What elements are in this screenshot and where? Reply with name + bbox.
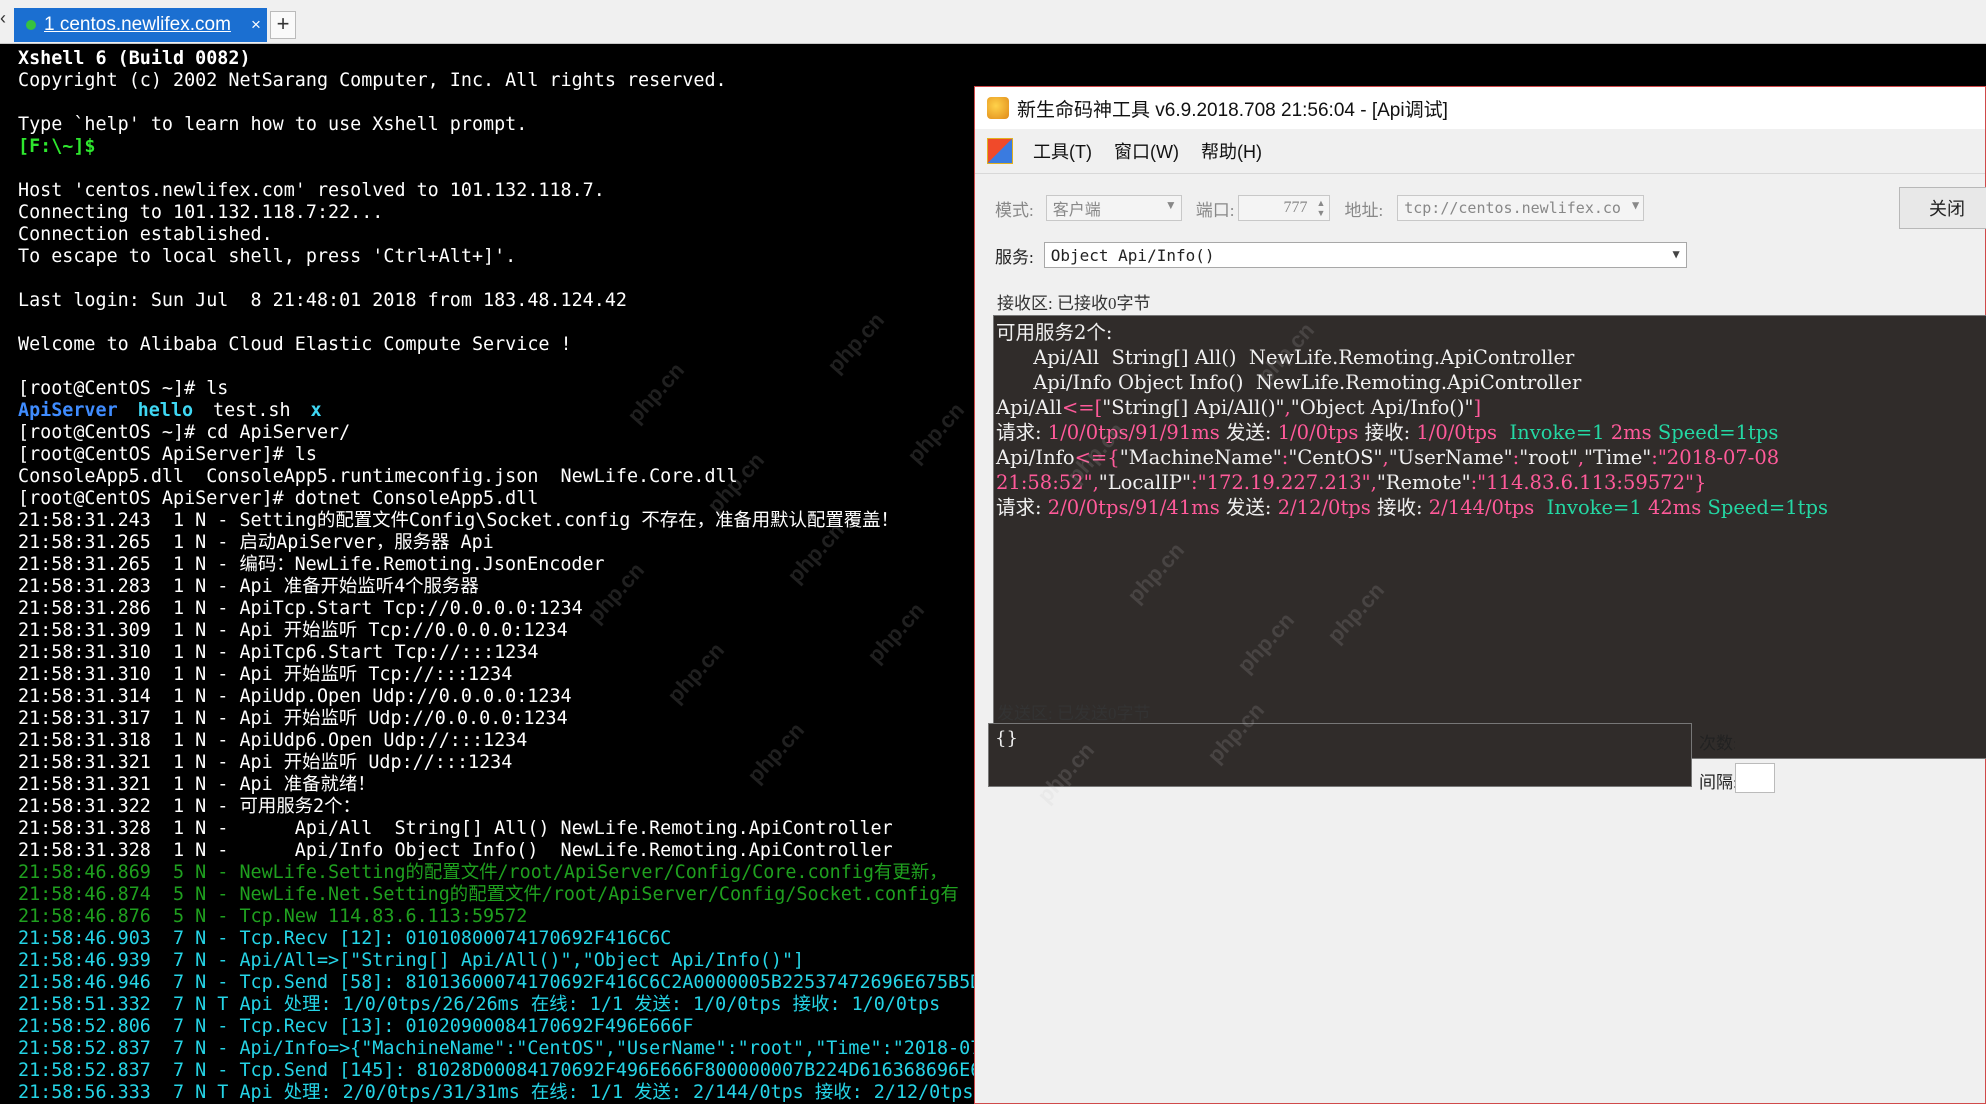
- receive-text: 发送:: [1219, 496, 1278, 519]
- receive-text: "2018-07-08: [1657, 446, 1780, 469]
- menu-bar: 工具(T) 窗口(W) 帮助(H): [975, 129, 1985, 174]
- receive-text: <=[: [1061, 396, 1103, 419]
- tab-scroll-left-icon[interactable]: ‹: [0, 8, 12, 34]
- service-label: 服务:: [995, 247, 1034, 267]
- window-title-bar[interactable]: 新生命码神工具 v6.9.2018.708 21:56:04 - [Api调试]: [975, 87, 1985, 129]
- receive-area-label: 接收区: 已接收0字节: [997, 294, 1151, 313]
- receive-area[interactable]: 可用服务2个: Api/All String[] All() NewLife.R…: [993, 315, 1986, 759]
- address-label: 地址:: [1344, 200, 1384, 220]
- app-icon: [987, 97, 1009, 119]
- receive-text: "Object Api/Info()": [1290, 396, 1474, 419]
- spin-updown-icon: ▲ ▼: [1316, 198, 1326, 218]
- receive-line: 请求: 2/0/0tps/91/41ms 发送: 2/12/0tps 接收: 2…: [996, 495, 1986, 520]
- connection-config-row: 模式: 客户端 ▼ 端口: 777 ▲ ▼ 地址: tcp://centos.newl…: [995, 193, 1645, 223]
- receive-text: 1/0/0tps/91/91ms: [1047, 421, 1220, 444]
- chevron-down-icon: ▼: [1164, 198, 1177, 212]
- receive-text: "Remote": [1376, 471, 1471, 494]
- receive-text: "UserName": [1388, 446, 1513, 469]
- receive-text: Api/All: [996, 396, 1062, 419]
- receive-text: "114.83.6.113:59572": [1477, 471, 1694, 494]
- address-select[interactable]: tcp://centos.newlifex.co ▼: [1397, 195, 1645, 221]
- interval-label: 间隔:: [1699, 773, 1738, 792]
- menu-window[interactable]: 窗口(W): [1114, 138, 1179, 164]
- receive-text: "String[] Api/All()": [1102, 396, 1285, 419]
- ls-item-directory: ApiServer: [18, 400, 118, 421]
- port-value: 777: [1283, 199, 1308, 216]
- receive-text: 1/0/0tps: [1416, 421, 1498, 444]
- receive-line: 可用服务2个:: [996, 321, 1113, 344]
- receive-text: Invoke=1: [1497, 421, 1605, 444]
- receive-line: Api/All<=["String[] Api/All()","Object A…: [996, 395, 1986, 420]
- receive-text: 1/0/0tps: [1277, 421, 1359, 444]
- receive-text: "Time": [1584, 446, 1652, 469]
- mode-value: 客户端: [1052, 202, 1101, 219]
- receive-text: "CentOS": [1288, 446, 1383, 469]
- receive-line: 请求: 1/0/0tps/91/91ms 发送: 1/0/0tps 接收: 1/…: [996, 420, 1986, 445]
- receive-text: 2ms: [1604, 421, 1652, 444]
- ls-item-executable: hello: [137, 400, 194, 421]
- receive-text: :: [1651, 446, 1658, 469]
- receive-text: Speed=1tps: [1651, 421, 1779, 444]
- connected-status-icon: [26, 20, 36, 30]
- close-button[interactable]: 关闭: [1899, 187, 1986, 229]
- mode-select[interactable]: 客户端 ▼: [1045, 195, 1182, 221]
- new-tab-button[interactable]: +: [270, 11, 296, 39]
- interval-input[interactable]: [1735, 763, 1775, 793]
- ls-item-executable: x: [310, 400, 322, 421]
- receive-line: Api/All String[] All() NewLife.Remoting.…: [996, 346, 1575, 369]
- terminal-line: Xshell 6 (Build 0082): [18, 48, 251, 69]
- chevron-down-icon: ▼: [1672, 247, 1680, 261]
- send-area-label: 发送区: 已发送0字节: [997, 704, 1151, 723]
- receive-text: }: [1693, 471, 1707, 494]
- receive-text: "root": [1519, 446, 1578, 469]
- receive-line: 21:58:52","LocalIP":"172.19.227.213","Re…: [996, 470, 1986, 495]
- mode-label: 模式:: [995, 200, 1034, 220]
- receive-text: 请求:: [996, 421, 1048, 444]
- tab-close-icon[interactable]: ×: [245, 15, 267, 35]
- port-label: 端口:: [1195, 200, 1235, 220]
- receive-line: Api/Info<={"MachineName":"CentOS","UserN…: [996, 445, 1986, 470]
- service-row: 服务: Object Api/Info() ▼: [995, 242, 1687, 268]
- receive-text: 请求:: [996, 496, 1048, 519]
- receive-text: 接收:: [1370, 496, 1429, 519]
- receive-text: :: [1191, 471, 1198, 494]
- receive-text: 2/144/0tps: [1428, 496, 1535, 519]
- receive-text: "MachineName": [1119, 446, 1282, 469]
- receive-text: 2/0/0tps/91/41ms: [1047, 496, 1220, 519]
- receive-text: Invoke=1: [1534, 496, 1642, 519]
- receive-text: 发送:: [1219, 421, 1278, 444]
- service-value: Object Api/Info(): [1050, 245, 1215, 265]
- service-select[interactable]: Object Api/Info() ▼: [1043, 242, 1687, 268]
- session-tab-label: 1 centos.newlifex.com: [44, 14, 231, 35]
- menu-tools[interactable]: 工具(T): [1033, 138, 1092, 164]
- receive-text: ]: [1473, 396, 1482, 419]
- times-input[interactable]: [1735, 724, 1775, 754]
- receive-text: 2/12/0tps: [1277, 496, 1371, 519]
- menu-logo-icon[interactable]: [987, 138, 1013, 164]
- address-value: tcp://centos.newlifex.co: [1404, 199, 1621, 217]
- receive-text: "LocalIP": [1098, 471, 1192, 494]
- chevron-down-icon: ▼: [1631, 198, 1640, 212]
- ls-item-file: test.sh: [213, 400, 291, 421]
- window-title: 新生命码神工具 v6.9.2018.708 21:56:04 - [Api调试]: [1017, 99, 1448, 121]
- receive-line: Api/Info Object Info() NewLife.Remoting.…: [996, 371, 1582, 394]
- receive-text: 接收:: [1358, 421, 1417, 444]
- receive-text: Api/Info: [996, 446, 1075, 469]
- session-tab[interactable]: 1 centos.newlifex.com ×: [14, 8, 267, 42]
- tab-bar: ‹ 1 centos.newlifex.com × +: [0, 0, 1986, 44]
- times-label: 次数:: [1699, 734, 1738, 753]
- receive-text: "172.19.227.213": [1197, 471, 1371, 494]
- port-spinner[interactable]: 777 ▲ ▼: [1238, 195, 1331, 221]
- menu-help[interactable]: 帮助(H): [1201, 138, 1262, 164]
- receive-text: 42ms: [1641, 496, 1702, 519]
- receive-text: Speed=1tps: [1701, 496, 1829, 519]
